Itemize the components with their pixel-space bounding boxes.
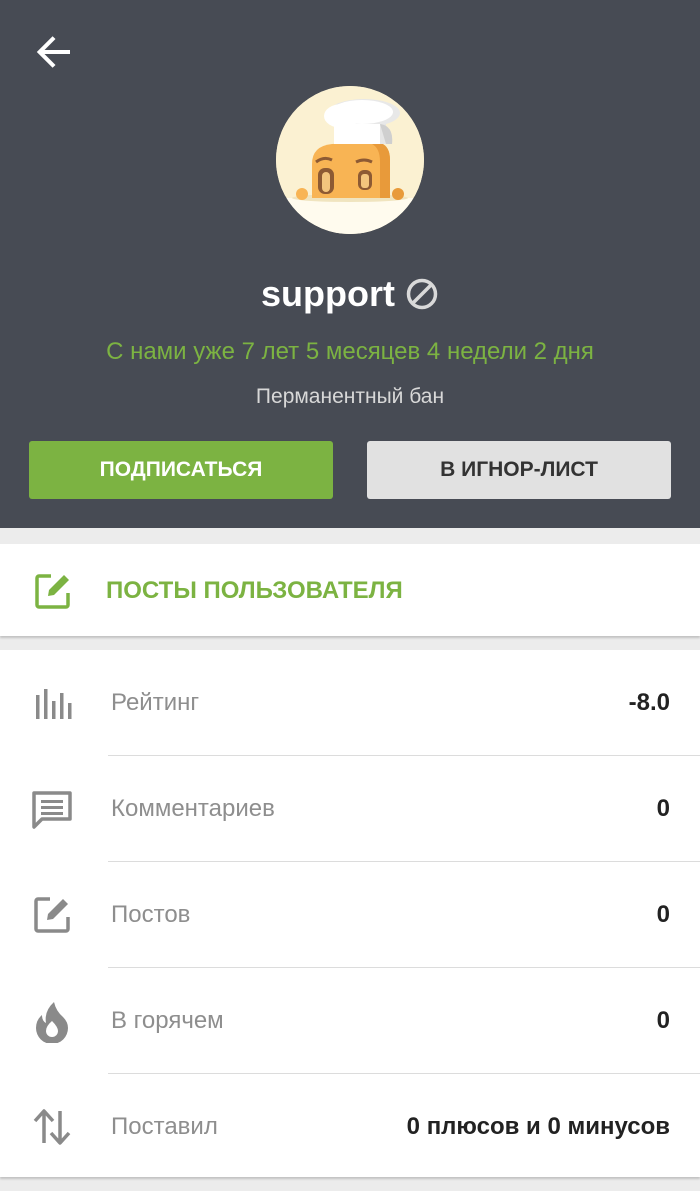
stat-label: Рейтинг (111, 689, 200, 716)
stat-row-votes: Поставил 0 плюсов и 0 минусов (0, 1074, 700, 1180)
ban-icon (406, 278, 438, 310)
stat-row-comments: Комментариев 0 (0, 756, 700, 862)
profile-header: support С нами уже 7 лет 5 месяцев 4 нед… (0, 0, 700, 528)
stat-value: 0 (656, 795, 670, 822)
stat-row-hot: В горячем 0 (0, 968, 700, 1074)
stat-label: В горячем (111, 1007, 224, 1034)
avatar (276, 86, 424, 234)
avatar-image (276, 86, 424, 234)
stat-value: 0 (656, 901, 670, 928)
ban-status-text: Перманентный бан (255, 385, 445, 408)
stat-value: 0 (656, 1007, 670, 1034)
ignore-list-button[interactable]: В ИГНОР-ЛИСТ (367, 441, 671, 499)
user-posts-link[interactable]: ПОСТЫ ПОЛЬЗОВАТЕЛЯ (0, 544, 700, 636)
arrow-back-icon (36, 36, 70, 68)
fire-icon (36, 1002, 68, 1043)
stat-label: Комментариев (111, 795, 275, 822)
username: support (261, 273, 395, 314)
edit-icon (34, 897, 70, 933)
username-row: support (0, 268, 700, 320)
user-posts-label: ПОСТЫ ПОЛЬЗОВАТЕЛЯ (106, 577, 403, 604)
swap-vertical-icon (33, 1109, 71, 1145)
stat-label: Поставил (111, 1113, 218, 1140)
member-since-text: С нами уже 7 лет 5 месяцев 4 недели 2 дн… (106, 338, 594, 365)
comment-icon (32, 791, 72, 829)
stat-value: 0 плюсов и 0 минусов (406, 1113, 670, 1140)
stat-row-posts: Постов 0 (0, 862, 700, 968)
stat-row-rating: Рейтинг -8.0 (0, 650, 700, 756)
subscribe-button[interactable]: ПОДПИСАТЬСЯ (29, 441, 333, 499)
bar-chart-icon (36, 689, 72, 719)
stat-value: -8.0 (628, 689, 670, 716)
stat-label: Постов (111, 901, 191, 928)
stats-list: Рейтинг -8.0 Комментариев 0 Постов 0 В г… (0, 650, 700, 1177)
back-button[interactable] (30, 28, 78, 76)
edit-icon (35, 574, 70, 609)
